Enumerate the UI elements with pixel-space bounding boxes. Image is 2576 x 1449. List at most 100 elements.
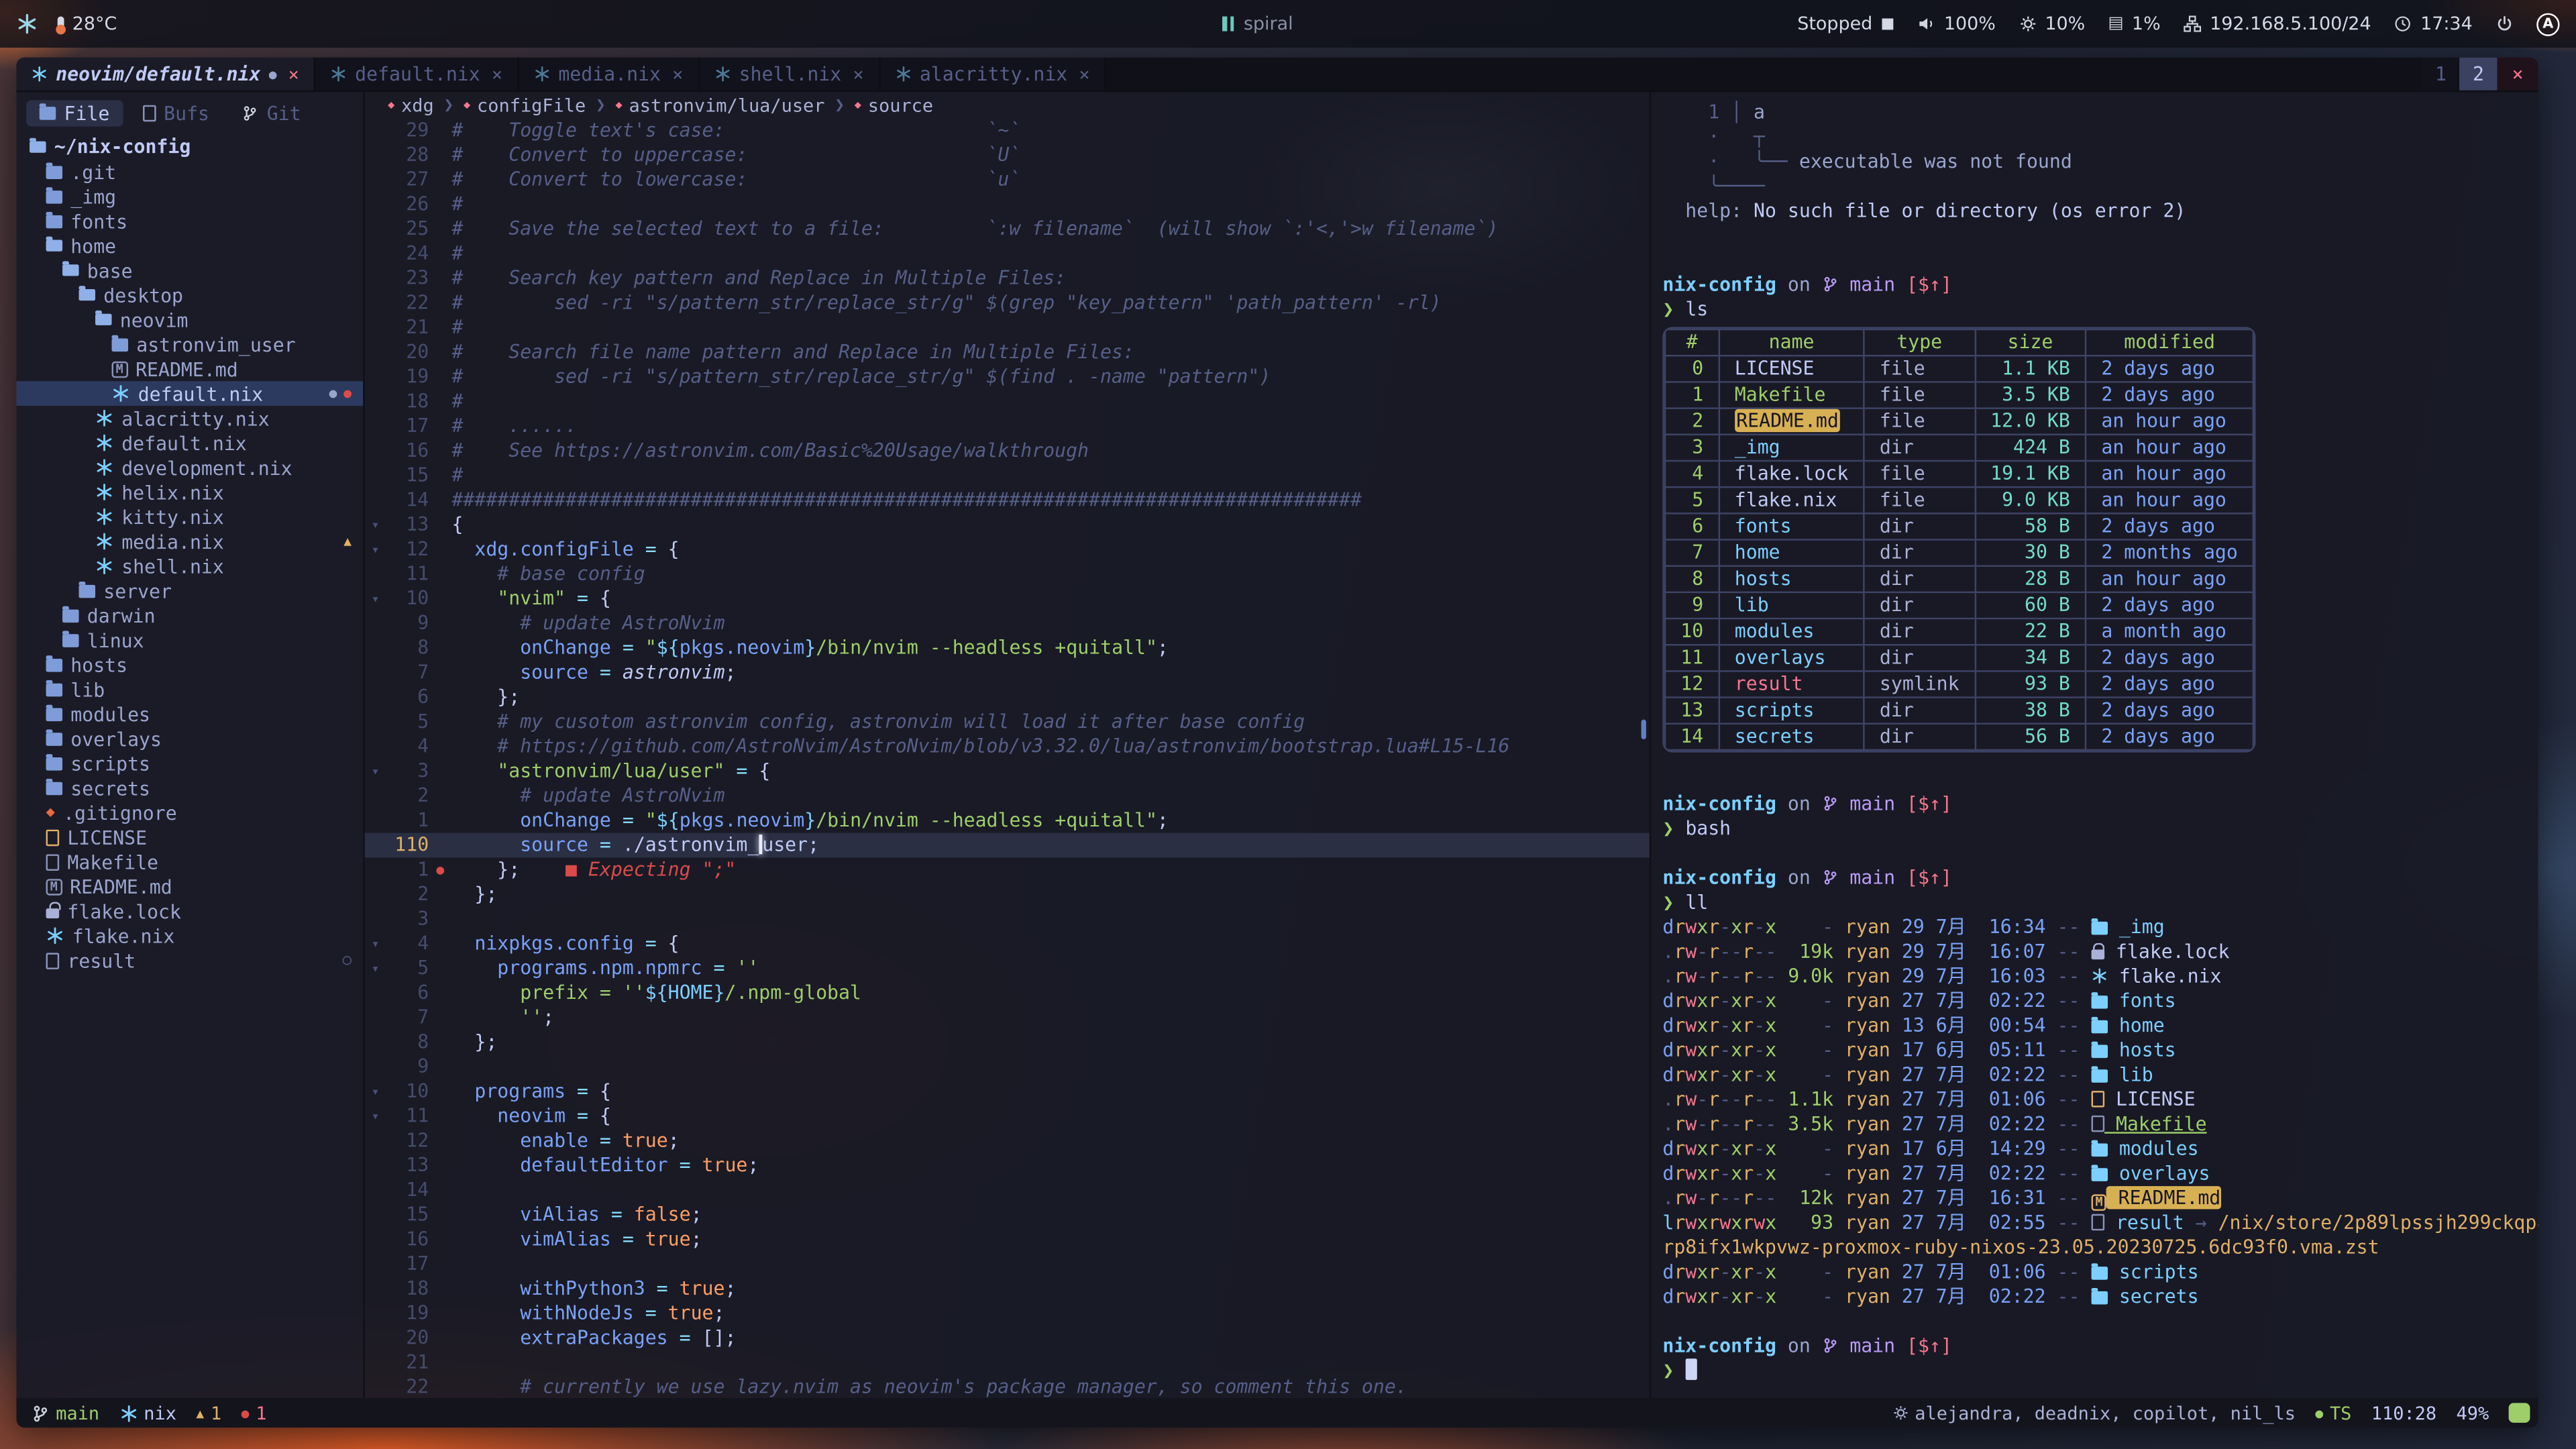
tree-item[interactable]: flake.lock <box>16 899 363 924</box>
breadcrumb-item[interactable]: ◆source <box>855 95 933 116</box>
network-address: 192.168.5.100/24 <box>2210 13 2371 35</box>
buffer-tab[interactable]: neovim/default.nix●× <box>16 58 315 91</box>
error-sign-icon: ● <box>429 857 451 882</box>
buffer-tab[interactable]: shell.nix× <box>700 58 880 91</box>
tree-item[interactable]: development.nix <box>16 455 363 480</box>
network-widget[interactable]: 192.168.5.100/24 <box>2184 13 2371 35</box>
nix-icon <box>95 483 113 501</box>
tab-close-icon[interactable]: × <box>2498 58 2538 91</box>
editor-pane[interactable]: ◆xdg❯◆configFile❯◆astronvim/lua/user❯◆so… <box>365 92 1652 1398</box>
tree-item[interactable]: ◆.gitignore <box>16 800 363 825</box>
tree-item[interactable]: helix.nix <box>16 480 363 504</box>
tree-item[interactable]: scripts <box>16 751 363 775</box>
cpu-widget[interactable]: 10% <box>2019 13 2085 35</box>
terminal-line: drwxr-xr-x - ryan 13 6月 00:54 -- home <box>1662 1014 2532 1038</box>
close-buffer-icon[interactable]: × <box>288 63 299 85</box>
tree-item[interactable]: server <box>16 578 363 603</box>
tree-item[interactable]: result○ <box>16 948 363 973</box>
logo-icon <box>16 13 38 35</box>
tree-item[interactable]: hosts <box>16 652 363 677</box>
close-buffer-icon[interactable]: × <box>672 63 683 85</box>
tree-item[interactable]: LICENSE <box>16 824 363 849</box>
close-buffer-icon[interactable]: × <box>853 63 863 85</box>
buffer-tab[interactable]: media.nix× <box>519 58 700 91</box>
tree-item[interactable]: shell.nix <box>16 553 363 578</box>
folder-icon <box>46 781 62 794</box>
tree-item[interactable]: default.nix●● <box>16 381 363 406</box>
network-icon <box>2184 15 2202 33</box>
tree-item[interactable]: lib <box>16 677 363 702</box>
tree-item[interactable]: neovim <box>16 307 363 332</box>
close-buffer-icon[interactable]: × <box>492 63 502 85</box>
temperature-widget[interactable]: 28°C <box>58 13 117 35</box>
volume-widget[interactable]: 100% <box>1918 13 1996 35</box>
neotree-tab-git[interactable]: Git <box>229 100 314 126</box>
code-line: 16# See https://astronvim.com/Basic%20Us… <box>365 439 1650 464</box>
code-line: 28# Convert to uppercase: `U` <box>365 143 1650 168</box>
breadcrumb-item[interactable]: ◆configFile <box>464 95 586 116</box>
code-line: ▾11 neovim = { <box>365 1104 1650 1129</box>
tabline: neovim/default.nix●×default.nix×media.ni… <box>16 58 2538 92</box>
md-icon: M <box>2091 1194 2106 1210</box>
neotree-panel[interactable]: FileBufsGit ~/nix-config .git_imgfontsho… <box>16 92 364 1398</box>
folder-icon <box>2091 1143 2107 1157</box>
terminal-line: ❯ ll <box>1662 890 2532 915</box>
tree-item[interactable]: linux <box>16 628 363 653</box>
neotree-tab-bufs[interactable]: Bufs <box>129 100 223 126</box>
code-line: 19# sed -ri "s/pattern_str/replace_str/g… <box>365 365 1650 390</box>
tab-number[interactable]: 1 <box>2422 58 2459 91</box>
tree-item[interactable]: flake.nix <box>16 923 363 948</box>
terminal-cursor <box>1685 1358 1697 1380</box>
media-title: spiral <box>1244 13 1293 35</box>
timer-widget[interactable]: Stopped ■ <box>1797 13 1894 35</box>
code-line: 13 defaultEditor = true; <box>365 1153 1650 1178</box>
folder-icon <box>79 584 95 598</box>
power-button[interactable] <box>2496 15 2514 33</box>
terminal-pane[interactable]: 1 │ a · ┬ · ╰── executable was not found… <box>1651 92 2538 1398</box>
clock-widget[interactable]: 17:34 <box>2394 13 2473 35</box>
terminal-line: drwxr-xr-x - ryan 27 7月 02:22 -- overlay… <box>1662 1161 2532 1186</box>
tree-item[interactable]: _img <box>16 184 363 209</box>
buffer-tab[interactable]: default.nix× <box>315 58 519 91</box>
memory-value: 1% <box>2132 13 2161 35</box>
tab-number[interactable]: 2 <box>2459 58 2497 91</box>
tree-item[interactable]: astronvim_user <box>16 332 363 357</box>
close-buffer-icon[interactable]: × <box>1079 63 1089 85</box>
tree-item[interactable]: Makefile <box>16 849 363 874</box>
tree-item[interactable]: alacritty.nix <box>16 406 363 431</box>
folder-icon <box>46 757 62 770</box>
scrollbar-thumb[interactable] <box>1642 719 1646 739</box>
nix-icon <box>119 1404 138 1422</box>
tree-item[interactable]: MREADME.md <box>16 356 363 381</box>
code-line: 8 onChange = "${pkgs.neovim}/bin/nvim --… <box>365 636 1650 661</box>
letter-badge[interactable]: A <box>2536 12 2559 35</box>
desktop: 28°C spiral Stopped ■ 100% 10% ▤ 1% <box>0 0 2576 1449</box>
tree-item[interactable]: fonts <box>16 209 363 233</box>
tree-root[interactable]: ~/nix-config <box>16 133 363 159</box>
folder-icon <box>2091 1020 2107 1034</box>
tree-item[interactable]: desktop <box>16 282 363 307</box>
breadcrumb-item[interactable]: ◆xdg <box>388 95 434 116</box>
terminal-line: ❯ <box>1662 1358 2532 1383</box>
tree-item[interactable]: secrets <box>16 775 363 800</box>
folder-icon <box>40 107 56 120</box>
tree-item[interactable]: darwin <box>16 603 363 628</box>
tree-item[interactable]: default.nix <box>16 431 363 455</box>
launcher-button[interactable] <box>16 13 38 35</box>
media-widget[interactable]: spiral <box>1222 0 1293 48</box>
memory-widget[interactable]: ▤ 1% <box>2108 13 2161 35</box>
tree-item[interactable]: overlays <box>16 726 363 751</box>
folder-icon <box>46 215 62 228</box>
tree-item[interactable]: base <box>16 258 363 282</box>
tree-item[interactable]: .git <box>16 160 363 184</box>
tree-item[interactable]: home <box>16 233 363 258</box>
tree-item[interactable]: MREADME.md <box>16 874 363 899</box>
code-area[interactable]: 29# Toggle text's case: `~`28# Convert t… <box>365 118 1650 1398</box>
breadcrumb-item[interactable]: ◆astronvim/lua/user <box>615 95 824 116</box>
tree-item[interactable]: media.nix▲ <box>16 529 363 554</box>
neotree-tab-file[interactable]: File <box>26 100 123 126</box>
tree-item[interactable]: kitty.nix <box>16 504 363 529</box>
code-line: ▾4 nixpkgs.config = { <box>365 932 1650 957</box>
buffer-tab[interactable]: alacritty.nix× <box>880 58 1106 91</box>
tree-item[interactable]: modules <box>16 702 363 727</box>
